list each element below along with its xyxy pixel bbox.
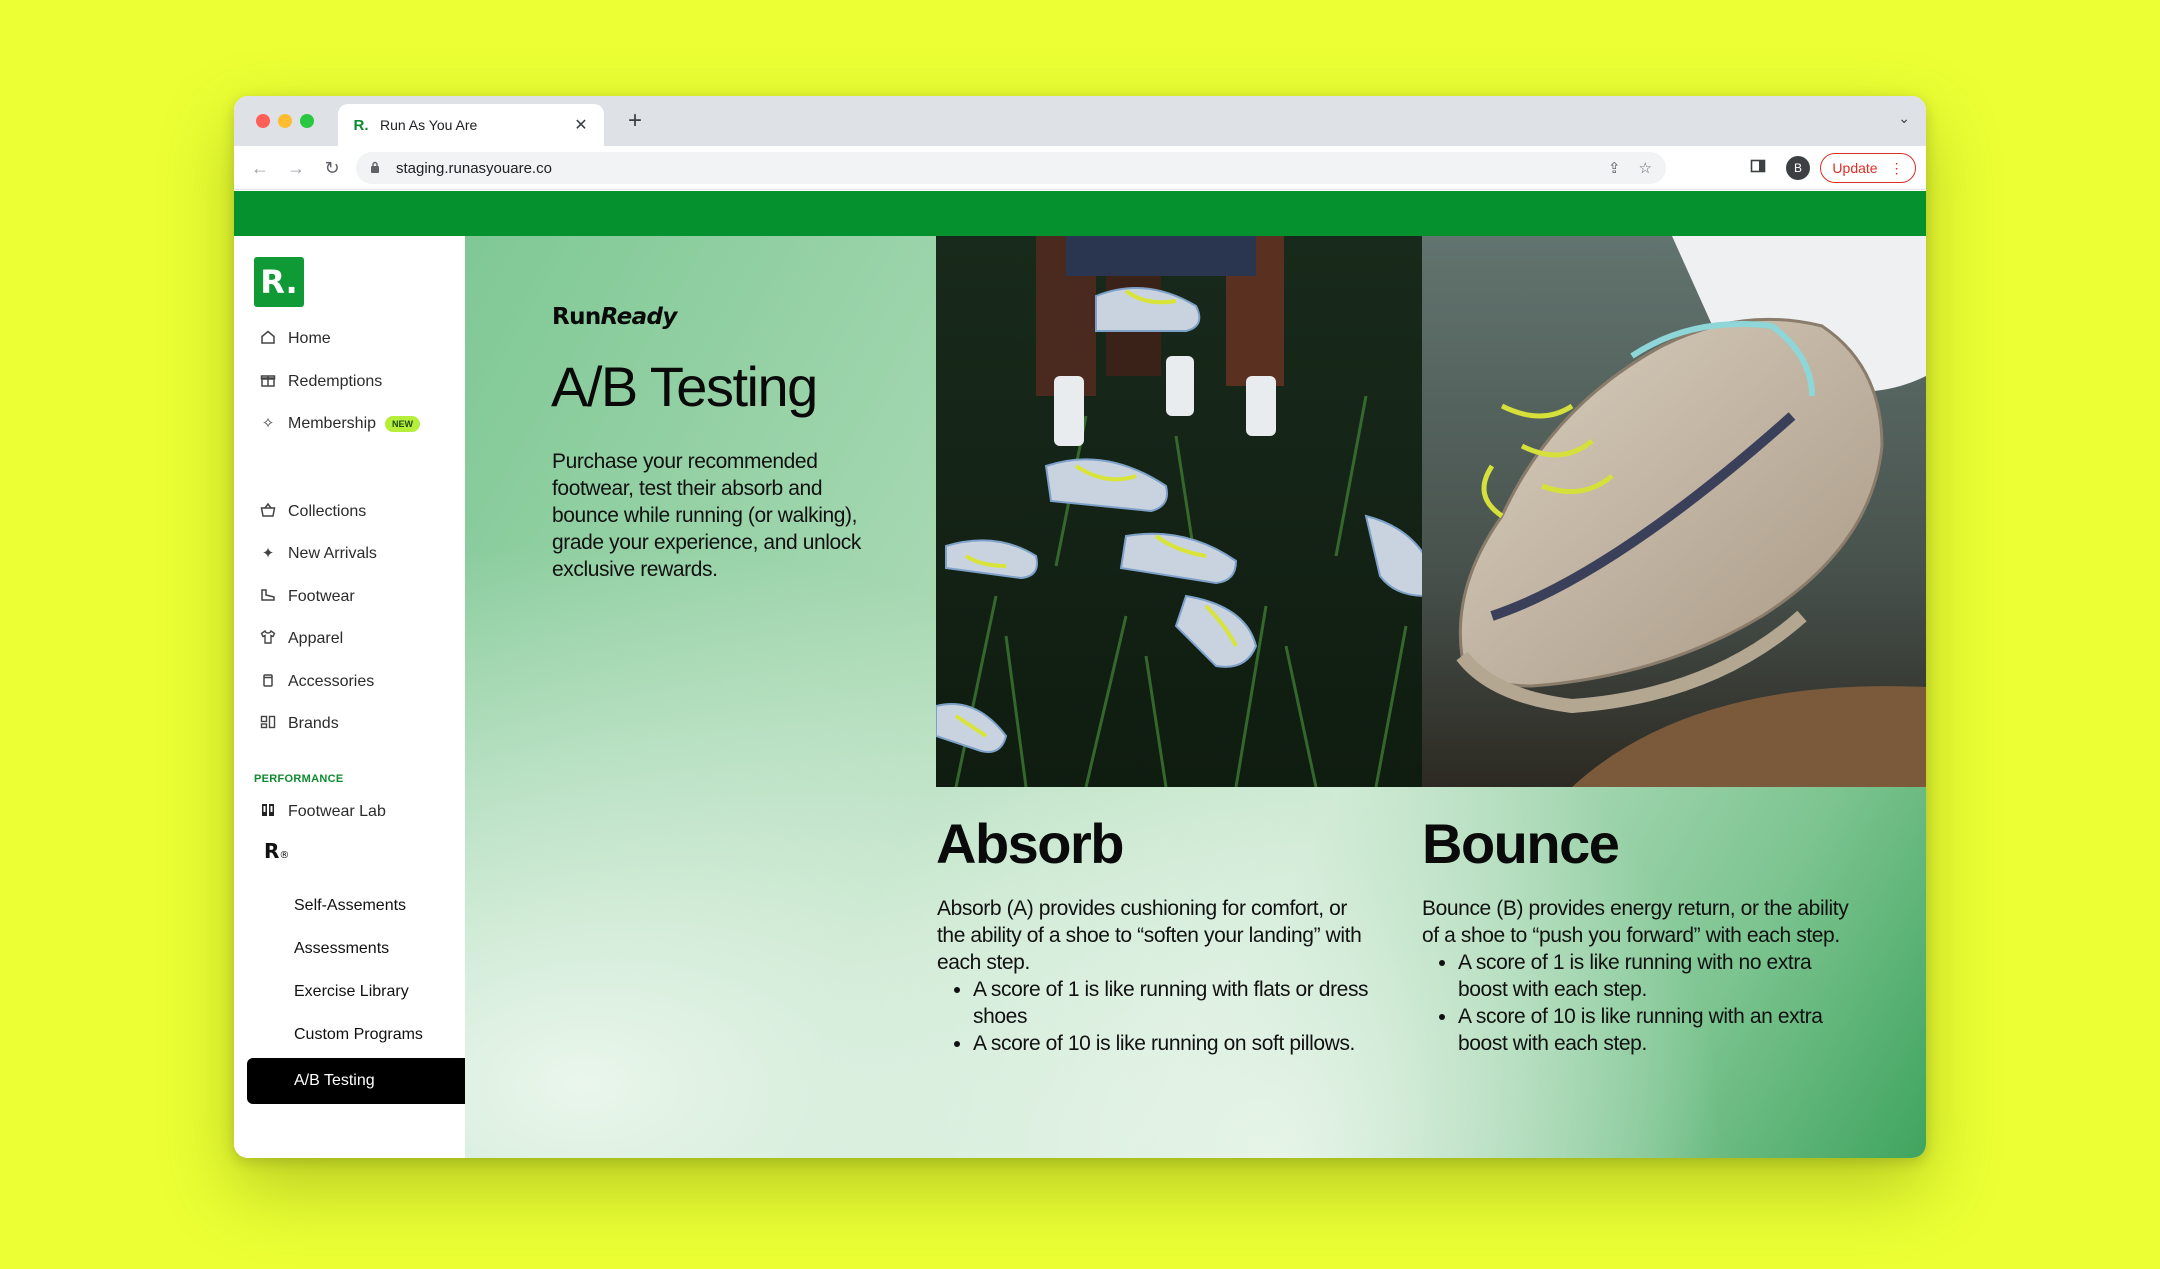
sidebar-item-label: Home	[288, 330, 331, 347]
absorb-text: Absorb (A) provides cushioning for comfo…	[937, 897, 1362, 974]
bottle-icon	[258, 672, 278, 692]
maximize-window-button[interactable]	[300, 114, 314, 128]
r-mark-letter: R	[264, 839, 280, 863]
sidebar-subitem-exercise-library[interactable]: Exercise Library	[294, 977, 409, 1007]
address-bar[interactable]: staging.runasyouare.co ⇪ ☆	[356, 152, 1666, 184]
update-label: Update	[1832, 160, 1878, 176]
sidebar-item-label: Membership	[288, 415, 377, 432]
lab-icon	[258, 802, 278, 822]
section-label-performance: PERFORMANCE	[254, 773, 344, 785]
sidebar-item-collections[interactable]: Collections	[258, 497, 366, 527]
sidebar-item-label: New Arrivals	[288, 545, 377, 562]
lock-icon[interactable]	[370, 161, 384, 176]
update-button[interactable]: Update ⋮	[1820, 153, 1916, 183]
sidebar-item-label: Redemptions	[288, 373, 383, 390]
wordmark-ready: Ready	[600, 304, 678, 330]
close-window-button[interactable]	[256, 114, 270, 128]
sidebar-item-redemptions[interactable]: Redemptions	[258, 367, 382, 397]
absorb-bullet: A score of 1 is like running with flats …	[973, 976, 1377, 1030]
bounce-bullets: A score of 1 is like running with no ext…	[1458, 949, 1862, 1057]
sparkle-icon: ✧	[261, 415, 275, 432]
tab-strip: R. Run As You Are ✕ + ⌄	[234, 96, 1926, 146]
page-title: A/B Testing	[551, 355, 818, 418]
tab-search-chevron-icon[interactable]: ⌄	[1898, 110, 1910, 127]
sidebar-item-label: Footwear Lab	[288, 803, 386, 820]
kebab-menu-icon: ⋮	[1889, 159, 1904, 176]
forward-arrow-icon[interactable]: →	[284, 156, 308, 180]
sidebar-item-label: Collections	[288, 503, 367, 520]
bounce-description: Bounce (B) provides energy return, or th…	[1422, 895, 1862, 1057]
brands-icon	[258, 714, 278, 734]
browser-tab[interactable]: R. Run As You Are ✕	[338, 104, 604, 146]
sidebar-item-apparel[interactable]: Apparel	[258, 624, 343, 654]
sidebar-item-accessories[interactable]: Accessories	[258, 667, 374, 697]
runners-feet-illustration	[936, 236, 1425, 787]
sidebar-item-membership[interactable]: ✧ Membership NEW	[258, 409, 421, 439]
sidebar-subitem-ab-testing-active[interactable]: A/B Testing	[247, 1058, 465, 1104]
sidebar-item-brands[interactable]: Brands	[258, 709, 339, 739]
sidebar-item-footwear[interactable]: Footwear	[258, 582, 355, 612]
absorb-bullets: A score of 1 is like running with flats …	[973, 976, 1377, 1057]
stars-icon: ✦	[261, 545, 275, 562]
registered-symbol: ®	[279, 850, 290, 861]
reload-icon[interactable]: ↻	[320, 156, 344, 180]
share-icon[interactable]: ⇪	[1608, 159, 1621, 177]
minimize-window-button[interactable]	[278, 114, 292, 128]
wordmark-run: Run	[552, 304, 601, 330]
main-content: RunReady A/B Testing Purchase your recom…	[465, 236, 1926, 1158]
absorb-bullet: A score of 10 is like running on soft pi…	[973, 1030, 1377, 1057]
absorb-description: Absorb (A) provides cushioning for comfo…	[937, 895, 1377, 1057]
sidebar-item-label: Brands	[288, 715, 339, 732]
favicon-icon: R.	[353, 116, 369, 134]
shoe-icon	[258, 587, 278, 607]
new-tab-button[interactable]: +	[620, 106, 650, 136]
sidebar-item-label: Apparel	[288, 630, 344, 647]
back-arrow-icon[interactable]: ←	[248, 156, 272, 180]
tab-title: Run As You Are	[380, 117, 478, 133]
web-page: R. Home Redemptions ✧ Membership NEW Col…	[234, 191, 1926, 1158]
r-logo-mark[interactable]: R®	[264, 839, 289, 863]
bounce-bullet: A score of 10 is like running with an ex…	[1458, 1003, 1862, 1057]
sidebar: R. Home Redemptions ✧ Membership NEW Col…	[234, 236, 465, 1158]
sidebar-item-home[interactable]: Home	[258, 324, 331, 354]
bookmark-star-icon[interactable]: ☆	[1639, 159, 1652, 177]
side-panel-icon[interactable]	[1750, 158, 1766, 179]
sidebar-item-label: Footwear	[288, 588, 355, 605]
bounce-text: Bounce (B) provides energy return, or th…	[1422, 897, 1849, 947]
sidebar-item-new-arrivals[interactable]: ✦ New Arrivals	[258, 539, 377, 569]
url-text: staging.runasyouare.co	[396, 159, 552, 177]
sidebar-subitem-custom-programs[interactable]: Custom Programs	[294, 1020, 423, 1050]
basket-icon	[258, 502, 278, 522]
profile-avatar[interactable]: B	[1786, 156, 1810, 180]
shirt-icon	[258, 629, 278, 649]
trail-shoe-photo	[1422, 236, 1926, 787]
bounce-heading: Bounce	[1422, 812, 1620, 875]
new-badge: NEW	[385, 416, 421, 432]
trail-shoe-illustration	[1422, 236, 1926, 787]
absorb-heading: Absorb	[936, 812, 1125, 875]
runners-feet-photo	[936, 236, 1425, 787]
sidebar-item-footwear-lab[interactable]: Footwear Lab	[258, 797, 386, 827]
browser-toolbar: ← → ↻ staging.runasyouare.co ⇪ ☆ B Updat…	[234, 146, 1926, 190]
top-banner	[234, 191, 1926, 236]
home-icon	[258, 329, 278, 349]
sidebar-subitem-assessments[interactable]: Assessments	[294, 934, 389, 964]
intro-text: Purchase your recommended footwear, test…	[552, 450, 862, 581]
run-ready-wordmark: RunReady	[552, 304, 677, 330]
site-logo[interactable]: R.	[254, 257, 304, 307]
gift-icon	[258, 372, 278, 392]
sidebar-subitem-self-assessments[interactable]: Self-Assements	[294, 891, 406, 921]
tab-close-icon[interactable]: ✕	[572, 115, 590, 135]
bounce-bullet: A score of 1 is like running with no ext…	[1458, 949, 1862, 1003]
sidebar-item-label: Accessories	[288, 673, 375, 690]
browser-window: R. Run As You Are ✕ + ⌄ ← → ↻ staging.ru…	[234, 96, 1926, 1158]
